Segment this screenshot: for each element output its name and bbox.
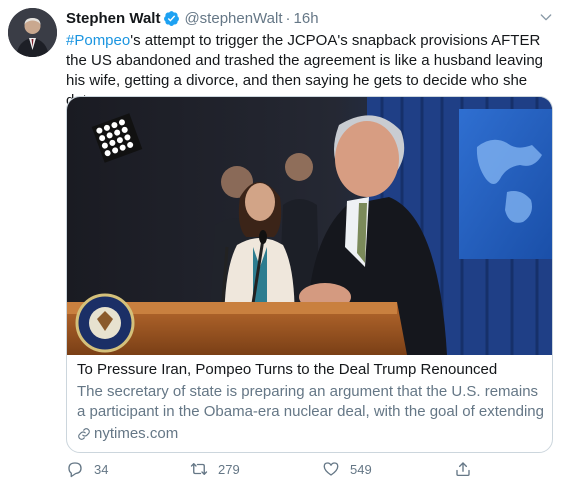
author-name[interactable]: Stephen Walt bbox=[66, 10, 160, 27]
card-domain: nytimes.com bbox=[77, 424, 547, 444]
link-icon bbox=[78, 428, 90, 440]
avatar[interactable] bbox=[8, 8, 57, 57]
action-bar: 34 279 549 bbox=[66, 460, 486, 480]
heart-icon bbox=[323, 462, 339, 476]
separator-dot: · bbox=[285, 9, 291, 27]
link-preview-card[interactable]: To Pressure Iran, Pompeo Turns to the De… bbox=[66, 96, 553, 453]
chevron-down-icon[interactable] bbox=[538, 9, 554, 25]
card-text: To Pressure Iran, Pompeo Turns to the De… bbox=[77, 360, 547, 444]
avatar-photo bbox=[8, 8, 57, 57]
like-button[interactable]: 549 bbox=[322, 460, 372, 478]
verified-badge-icon bbox=[164, 10, 180, 26]
tweet[interactable]: Stephen Walt @stephenWalt · 16h #Pompeo'… bbox=[0, 0, 564, 480]
author-handle[interactable]: @stephenWalt bbox=[184, 10, 282, 27]
reply-count: 34 bbox=[94, 461, 109, 477]
card-domain-text: nytimes.com bbox=[94, 425, 179, 442]
share-icon bbox=[456, 462, 470, 477]
card-title[interactable]: To Pressure Iran, Pompeo Turns to the De… bbox=[77, 360, 547, 380]
card-description: The secretary of state is preparing an a… bbox=[77, 383, 544, 420]
reply-icon bbox=[68, 462, 82, 478]
timestamp[interactable]: 16h bbox=[294, 10, 319, 27]
retweet-icon bbox=[190, 463, 208, 475]
retweet-button[interactable]: 279 bbox=[190, 460, 240, 478]
hashtag-link[interactable]: #Pompeo bbox=[66, 32, 130, 49]
retweet-count: 279 bbox=[218, 461, 240, 477]
card-image bbox=[67, 97, 552, 355]
share-button[interactable] bbox=[454, 460, 482, 478]
like-count: 549 bbox=[350, 461, 372, 477]
reply-button[interactable]: 34 bbox=[66, 460, 108, 478]
tweet-header: Stephen Walt @stephenWalt · 16h bbox=[66, 7, 544, 29]
